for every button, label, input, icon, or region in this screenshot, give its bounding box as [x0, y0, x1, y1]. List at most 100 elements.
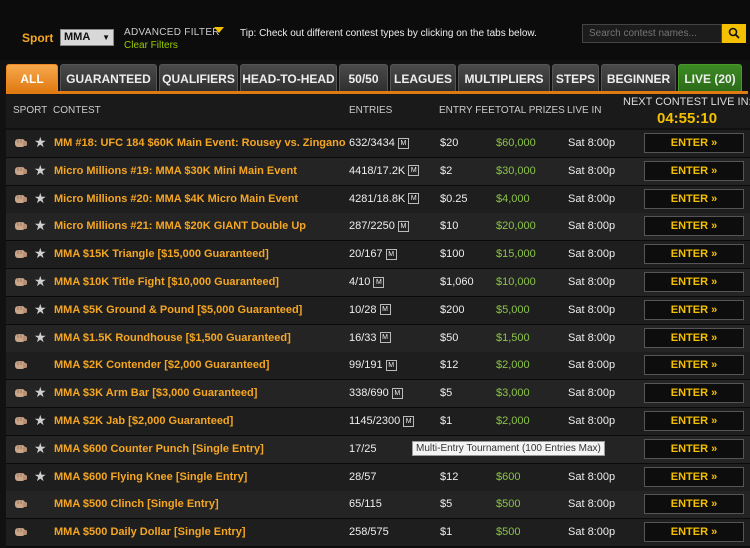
favorite-star-icon[interactable]: ★	[34, 191, 47, 205]
clear-filters-link[interactable]: Clear Filters	[124, 40, 178, 51]
table-row[interactable]: ★ MMA $5K Ground & Pound [$5,000 Guarante…	[6, 296, 750, 325]
tab-beginner[interactable]: BEGINNER	[601, 64, 676, 92]
enter-button[interactable]: ENTER »	[644, 466, 744, 487]
favorite-star-icon[interactable]: ★	[34, 330, 47, 344]
favorite-star-icon[interactable]: ★	[34, 385, 47, 399]
favorite-star-icon[interactable]: ★	[34, 413, 47, 427]
enter-button[interactable]: ENTER »	[644, 188, 744, 209]
contest-name[interactable]: Micro Millions #19: MMA $30K Mini Main E…	[54, 165, 346, 177]
multi-entry-badge-icon[interactable]: M	[403, 415, 415, 427]
search-button[interactable]	[722, 24, 746, 43]
favorite-star-icon[interactable]: ★	[34, 135, 47, 149]
col-entries-header[interactable]: ENTRIES	[349, 105, 392, 116]
enter-button[interactable]: ENTER »	[644, 494, 744, 515]
table-row[interactable]: ★ Micro Millions #19: MMA $30K Mini Main …	[6, 157, 750, 186]
next-live-countdown: 04:55:10	[657, 110, 718, 127]
enter-button[interactable]: ENTER »	[644, 327, 744, 348]
sport-select[interactable]: MMA ▼	[60, 29, 114, 46]
enter-button[interactable]: ENTER »	[644, 160, 744, 181]
table-row[interactable]: MMA $500 Clinch [Single Entry] 65/115 $5 $5…	[6, 491, 750, 520]
multi-entry-badge-icon[interactable]: M	[379, 332, 391, 344]
contest-name[interactable]: MMA $3K Arm Bar [$3,000 Guaranteed]	[54, 387, 346, 399]
table-row[interactable]: ★ MMA $2K Jab [$2,000 Guaranteed] 1145/230…	[6, 408, 750, 436]
favorite-star-icon[interactable]: ★	[34, 469, 47, 483]
table-row[interactable]: ★ Micro Millions #21: MMA $20K GIANT Doub…	[6, 213, 750, 242]
table-row[interactable]: ★ MMA $15K Triangle [$15,000 Guaranteed] 2…	[6, 241, 750, 270]
favorite-star-icon[interactable]: ★	[34, 274, 47, 288]
tab-guaranteed[interactable]: GUARANTEED	[60, 64, 157, 92]
tab-leagues[interactable]: LEAGUES	[390, 64, 456, 92]
multi-entry-badge-icon[interactable]: M	[408, 193, 420, 205]
enter-button[interactable]: ENTER »	[644, 411, 744, 431]
entries-value: 28/57	[349, 470, 377, 483]
live-in-time: Sat 8:00p	[568, 220, 616, 233]
col-fee-header[interactable]: ENTRY FEE	[439, 105, 495, 116]
table-row[interactable]: ★ MMA $600 Counter Punch [Single Entry] 17…	[6, 435, 750, 464]
table-row[interactable]: MMA $500 Daily Dollar [Single Entry] 258/…	[6, 519, 750, 548]
live-in-time: Sat 8:00p	[568, 164, 616, 177]
multi-entry-badge-icon[interactable]: M	[385, 248, 397, 260]
multi-entry-badge-icon[interactable]: M	[408, 165, 420, 177]
contest-name[interactable]: MMA $10K Title Fight [$10,000 Guaranteed…	[54, 276, 346, 288]
advanced-filter-link[interactable]: ADVANCED FILTER	[124, 27, 220, 38]
contest-name[interactable]: MMA $600 Counter Punch [Single Entry]	[54, 443, 346, 455]
contest-name[interactable]: MMA $2K Contender [$2,000 Guaranteed]	[54, 359, 346, 371]
tab-50-50[interactable]: 50/50	[339, 64, 388, 92]
contest-name[interactable]: MMA $600 Flying Knee [Single Entry]	[54, 471, 346, 483]
contest-name[interactable]: MMA $500 Daily Dollar [Single Entry]	[54, 526, 346, 538]
multi-entry-badge-icon[interactable]: M	[379, 304, 391, 316]
total-prize: $5,000	[496, 303, 530, 316]
live-in-time: Sat 8:00p	[568, 137, 616, 149]
col-live-in-header[interactable]: LIVE IN	[567, 105, 601, 116]
tab-qualifiers[interactable]: QUALIFIERS	[159, 64, 238, 92]
table-row[interactable]: ★ MMA $10K Title Fight [$10,000 Guarantee…	[6, 269, 750, 297]
enter-button[interactable]: ENTER »	[644, 216, 744, 237]
multi-entry-badge-icon[interactable]: M	[397, 137, 409, 149]
multi-entry-badge-icon[interactable]: M	[373, 276, 385, 288]
tab-multipliers[interactable]: MULTIPLIERS	[458, 64, 550, 92]
col-contest-header[interactable]: CONTEST	[53, 105, 101, 116]
multi-entry-badge-icon[interactable]: M	[385, 359, 397, 371]
table-row[interactable]: ★ Micro Millions #20: MMA $4K Micro Main …	[6, 185, 750, 214]
enter-button[interactable]: ENTER »	[644, 355, 744, 376]
contest-name[interactable]: MMA $1.5K Roundhouse [$1,500 Guaranteed]	[54, 332, 346, 344]
favorite-star-icon[interactable]: ★	[34, 441, 47, 455]
contest-name[interactable]: Micro Millions #21: MMA $20K GIANT Doubl…	[54, 220, 346, 232]
entry-fee: $12	[440, 359, 459, 372]
multi-entry-badge-icon[interactable]: M	[391, 387, 403, 399]
chevron-down-icon[interactable]	[214, 27, 224, 33]
favorite-star-icon[interactable]: ★	[34, 218, 47, 232]
favorite-star-icon[interactable]: ★	[34, 302, 47, 316]
enter-button[interactable]: ENTER »	[644, 272, 744, 292]
table-row[interactable]: MMA $2K Contender [$2,000 Guaranteed] 99/…	[6, 352, 750, 381]
favorite-star-icon[interactable]: ★	[34, 246, 47, 260]
enter-button[interactable]: ENTER »	[644, 133, 744, 153]
enter-button[interactable]: ENTER »	[644, 299, 744, 320]
contest-name[interactable]: MMA $500 Clinch [Single Entry]	[54, 498, 346, 510]
contest-name[interactable]: MMA $5K Ground & Pound [$5,000 Guarantee…	[54, 304, 346, 316]
enter-button[interactable]: ENTER »	[644, 383, 744, 404]
fist-icon	[15, 472, 27, 481]
enter-button[interactable]: ENTER »	[644, 244, 744, 265]
contest-name[interactable]: MM #18: UFC 184 $60K Main Event: Rousey …	[54, 137, 346, 149]
search-input[interactable]	[582, 24, 722, 43]
table-row[interactable]: ★ MM #18: UFC 184 $60K Main Event: Rousey…	[6, 130, 750, 158]
total-prize: $500	[496, 526, 521, 539]
tab-all[interactable]: ALL	[6, 64, 58, 92]
total-prize: $10,000	[496, 276, 536, 288]
tab-live[interactable]: LIVE (20)	[678, 64, 742, 92]
table-row[interactable]: ★ MMA $600 Flying Knee [Single Entry] 28/5…	[6, 463, 750, 492]
contest-name[interactable]: MMA $15K Triangle [$15,000 Guaranteed]	[54, 248, 346, 260]
tab-steps[interactable]: STEPS	[552, 64, 599, 92]
contest-name[interactable]: MMA $2K Jab [$2,000 Guaranteed]	[54, 415, 346, 427]
table-row[interactable]: ★ MMA $1.5K Roundhouse [$1,500 Guaranteed…	[6, 324, 750, 353]
tab-head-to-head[interactable]: HEAD-TO-HEAD	[240, 64, 337, 92]
table-row[interactable]: ★ MMA $3K Arm Bar [$3,000 Guaranteed] 338/…	[6, 380, 750, 409]
entries-value: 258/575	[349, 526, 389, 539]
enter-button[interactable]: ENTER »	[644, 438, 744, 459]
favorite-star-icon[interactable]: ★	[34, 163, 47, 177]
col-prizes-header[interactable]: TOTAL PRIZES	[495, 105, 565, 116]
multi-entry-badge-icon[interactable]: M	[397, 220, 409, 232]
contest-name[interactable]: Micro Millions #20: MMA $4K Micro Main E…	[54, 193, 346, 205]
enter-button[interactable]: ENTER »	[644, 522, 744, 543]
